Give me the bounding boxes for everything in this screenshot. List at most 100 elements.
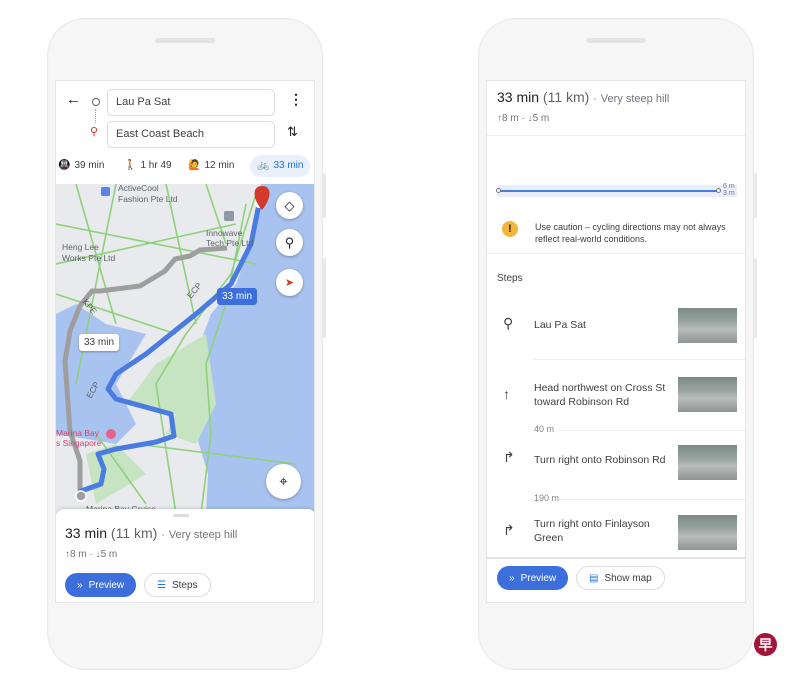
map-label: Fashion Pte Ltd — [118, 194, 178, 204]
step-text: Turn right onto Finlayson Green — [534, 518, 650, 544]
tab-bicycle[interactable]: 🚲 33 min — [250, 155, 311, 177]
swap-icon[interactable]: ⇅ — [287, 124, 298, 140]
steps-screen: 33 min (11 km) · Very steep hill ↑8 m · … — [486, 80, 746, 603]
tab-walk[interactable]: 🚶 1 hr 49 — [124, 155, 172, 177]
caution-message: Use caution – cycling directions may not… — [535, 222, 726, 244]
step-text: Turn right onto Robinson Rd — [534, 454, 666, 466]
search-button[interactable]: ⚲ — [276, 229, 303, 256]
elevation-line — [499, 190, 719, 192]
street-view-thumbnail[interactable] — [678, 308, 737, 343]
duration: 33 min — [65, 525, 108, 541]
route-note: Very steep hill — [168, 529, 238, 541]
side-button — [322, 173, 326, 218]
steps-heading: Steps — [497, 273, 523, 284]
distance: (11 km) — [542, 89, 590, 105]
travel-mode-tabs: 🚇 39 min 🚶 1 hr 49 🙋 12 min 🚲 33 min — [56, 155, 314, 179]
divider — [534, 359, 745, 360]
map-label: Innowave — [206, 228, 243, 238]
walk-icon: 🚶 — [124, 160, 137, 171]
warning-icon: ! — [502, 221, 518, 237]
double-chevron-icon: » — [77, 579, 83, 591]
phone-left: ← ⚲ Lau Pa Sat East Coast Beach ⋮ ⇅ 🚇 39 … — [47, 18, 326, 670]
step-item[interactable]: ↱ Turn right onto Finlayson Green — [487, 515, 745, 555]
location-pin-icon: ⚲ — [503, 315, 514, 331]
my-location-button[interactable]: ⌖ — [266, 464, 301, 499]
drag-handle[interactable] — [173, 514, 189, 517]
step-item[interactable]: ⚲ Lau Pa Sat — [487, 307, 745, 347]
elevation-min: 3 m — [723, 190, 735, 197]
arrow-up-icon: ↑ — [503, 386, 510, 402]
elevation-axis: 6 m3 m — [723, 183, 735, 197]
phone-right: 33 min (11 km) · Very steep hill ↑8 m · … — [478, 18, 757, 670]
elevation-end-point — [716, 188, 721, 193]
button-label: Show map — [604, 572, 652, 584]
list-icon: ☰ — [157, 579, 166, 591]
elevation-summary: ↑8 m · ↓5 m — [65, 549, 118, 560]
turn-right-icon: ↱ — [503, 522, 515, 538]
compass-icon: ➤ — [284, 277, 295, 289]
side-button — [753, 173, 757, 218]
show-map-button[interactable]: ▤ Show map — [576, 566, 665, 590]
destination-input[interactable]: East Coast Beach — [107, 121, 275, 148]
side-button — [753, 258, 757, 338]
mode-time: 39 min — [74, 160, 105, 171]
maps-screen: ← ⚲ Lau Pa Sat East Coast Beach ⋮ ⇅ 🚇 39 … — [55, 80, 315, 603]
search-icon: ⚲ — [284, 234, 295, 250]
double-chevron-icon: » — [509, 572, 515, 584]
compass-button[interactable]: ➤ — [276, 269, 303, 296]
transit-icon: 🚇 — [58, 160, 71, 171]
divider — [487, 557, 745, 559]
tab-ride-hailing[interactable]: 🙋 12 min — [188, 155, 234, 177]
ascent: 8 m — [502, 113, 519, 124]
button-label: Preview — [520, 572, 557, 584]
elevation-max: 6 m — [723, 183, 735, 190]
map-label: Heng Lee — [62, 242, 99, 252]
divider — [487, 135, 745, 136]
ascent: 8 m — [70, 549, 87, 560]
preview-button[interactable]: » Preview — [497, 566, 569, 590]
steps-button[interactable]: ☰ Steps — [144, 573, 211, 597]
street-view-thumbnail[interactable] — [678, 445, 737, 480]
route-title: 33 min (11 km) · Very steep hill — [497, 89, 670, 105]
step-distance: 190 m — [534, 493, 745, 503]
hotel-icon — [106, 429, 116, 439]
step-item[interactable]: ↑ Head northwest on Cross St toward Robi… — [487, 377, 745, 417]
map-label: Marina Bay — [56, 428, 100, 438]
elevation-start-point — [496, 188, 501, 193]
speaker — [586, 38, 646, 43]
back-arrow-icon[interactable]: ← — [66, 91, 81, 108]
street-view-thumbnail[interactable] — [678, 377, 737, 412]
map-label: ActiveCool — [118, 184, 159, 193]
mode-time: 1 hr 49 — [140, 160, 172, 171]
route-dots — [95, 109, 96, 123]
origin-circle-icon — [92, 98, 100, 106]
map-view[interactable]: ActiveCool Fashion Pte Ltd Heng Lee Work… — [56, 183, 314, 515]
step-text: Head northwest on Cross St toward Robins… — [534, 382, 666, 408]
turn-right-icon: ↱ — [503, 449, 515, 465]
ride-hailing-icon: 🙋 — [188, 160, 201, 171]
bicycle-icon: 🚲 — [257, 160, 270, 171]
preview-button[interactable]: » Preview — [65, 573, 137, 597]
tab-transit[interactable]: 🚇 39 min — [58, 155, 104, 177]
street-view-thumbnail[interactable] — [678, 515, 737, 550]
destination-pin-icon: ⚲ — [90, 126, 99, 138]
button-label: Steps — [171, 579, 198, 591]
alt-route-time-badge[interactable]: 33 min — [79, 334, 120, 351]
poi-icon — [224, 211, 234, 221]
map-label: Works Pte Ltd — [62, 253, 115, 263]
duration: 33 min — [497, 89, 540, 105]
distance: (11 km) — [110, 525, 158, 541]
step-text: Lau Pa Sat — [534, 319, 586, 331]
shop-icon — [101, 187, 110, 196]
side-button — [322, 258, 326, 338]
more-options-icon[interactable]: ⋮ — [289, 91, 303, 108]
my-location-icon: ⌖ — [279, 473, 288, 490]
step-item[interactable]: ↱ Turn right onto Robinson Rd — [487, 445, 745, 485]
mode-time: 12 min — [204, 160, 235, 171]
origin-input[interactable]: Lau Pa Sat — [107, 89, 275, 116]
mode-time: 33 min — [273, 160, 304, 171]
publisher-logo: 早 — [754, 633, 777, 656]
route-note: Very steep hill — [600, 93, 670, 105]
route-time-badge[interactable]: 33 min — [217, 288, 258, 305]
layers-button[interactable]: ◇ — [276, 192, 303, 219]
